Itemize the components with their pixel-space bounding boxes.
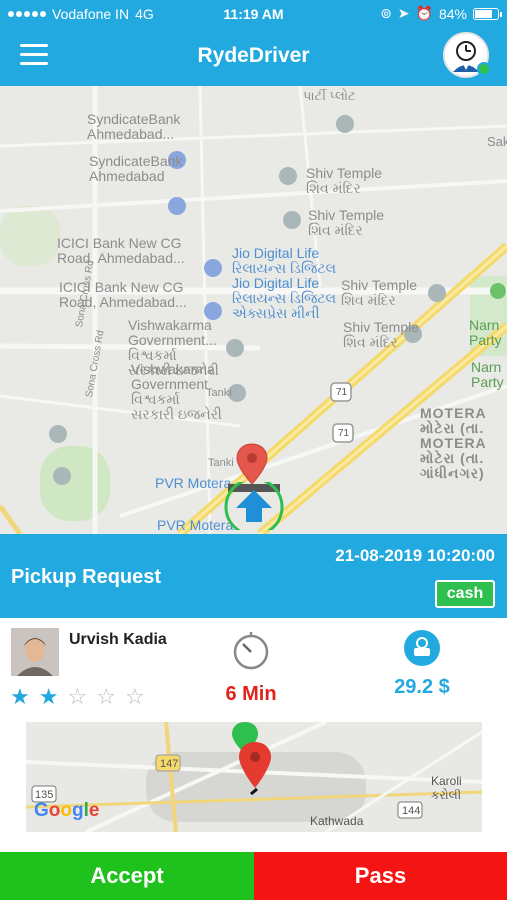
request-details: Urvish Kadia ★ ★ ☆ ☆ ☆ 6 Min 29.2 $ 147 … [0, 618, 507, 852]
map-label: Tanki [206, 387, 232, 399]
map-label: Tanki [208, 457, 234, 469]
pickup-datetime: 21-08-2019 10:20:00 [335, 546, 495, 565]
eta-block: 6 Min [200, 630, 302, 706]
map-label: ICICI Bank New CG Road, Ahmedabad... [57, 235, 185, 266]
app-header: RydeDriver [0, 28, 507, 86]
star-empty-icon: ☆ [96, 684, 116, 709]
battery-icon [473, 7, 502, 20]
location-icon: ➤ [397, 5, 410, 21]
map-label: MOTERA મોટેરા (તા. MOTERA મોટેરા (તા. ગા… [420, 405, 487, 481]
map-label: PVR Motera [155, 475, 232, 491]
fare-money-icon [404, 630, 440, 666]
star-filled-icon: ★ [10, 684, 30, 709]
pickup-request-bar: 21-08-2019 10:20:00 Pickup Request cash [0, 534, 507, 618]
pass-button[interactable]: Pass [254, 852, 507, 900]
driver-location-marker-icon [224, 482, 284, 530]
map-label: પાર્ટી પ્લોટ [303, 88, 356, 103]
map-label: Shiv Temple શિવ મંદિર [308, 207, 385, 238]
map-label: Shiv Temple શિવ મંદિર [341, 277, 418, 308]
map-label: Narn Party [469, 317, 502, 348]
highway-shield: 147 [160, 758, 179, 770]
mini-map-label: Karoli કરોલી [431, 774, 462, 802]
rider-name: Urvish Kadia [69, 631, 167, 648]
battery-percent: 84% [438, 5, 467, 22]
highway-shield: 71 [338, 428, 350, 439]
status-bar: Vodafone IN 4G 11:19 AM ⊚ ➤ ⏰ 84% [0, 0, 507, 28]
map-label: Shiv Temple શિવ મંદિર [343, 319, 420, 350]
payment-method-badge: cash [435, 580, 495, 608]
highway-shield: 71 [336, 387, 348, 398]
status-right: ⊚ ➤ ⏰ 84% [380, 5, 502, 22]
map-label: Saka [487, 134, 507, 149]
rider-rating: ★ ★ ☆ ☆ ☆ [10, 686, 145, 708]
alarm-icon: ⏰ [415, 5, 433, 21]
map-label: SyndicateBank Ahmedabad... [87, 111, 181, 142]
pickup-title: Pickup Request [11, 566, 162, 588]
map-label: Narn Party [471, 359, 504, 390]
star-empty-icon: ☆ [67, 684, 88, 709]
mini-map-label: Kathwada [310, 814, 364, 828]
fare-block: 29.2 $ [372, 630, 472, 699]
map-label: Shiv Temple શિવ મંદિર [306, 165, 383, 196]
star-empty-icon: ☆ [124, 684, 145, 709]
google-logo: Google [34, 800, 100, 821]
star-filled-icon: ★ [38, 684, 59, 709]
driver-avatar-button[interactable] [443, 32, 491, 78]
accept-button[interactable]: Accept [0, 852, 254, 900]
eta-value: 6 Min [225, 683, 277, 705]
fare-value: 29.2 $ [394, 676, 450, 698]
pickup-location-pin-icon[interactable] [234, 442, 270, 486]
map-label: SyndicateBank Ahmedabad [89, 153, 183, 184]
lock-rotation-icon: ⊚ [380, 5, 392, 21]
route-preview-map[interactable]: 147 135 Karoli કરોલી 144 Kathwada Google [26, 722, 482, 832]
timer-icon [233, 632, 269, 670]
highway-shield: 144 [402, 805, 421, 817]
rider-photo [11, 628, 59, 676]
map-label: Jio Digital Life રિલાયન્સ ડિજિટલ Jio Dig… [232, 245, 337, 321]
app-title: RydeDriver [197, 44, 310, 67]
map-view[interactable]: પાર્ટી પ્લોટ Saka SyndicateBank Ahmedaba… [0, 86, 507, 534]
online-status-dot [477, 62, 491, 76]
